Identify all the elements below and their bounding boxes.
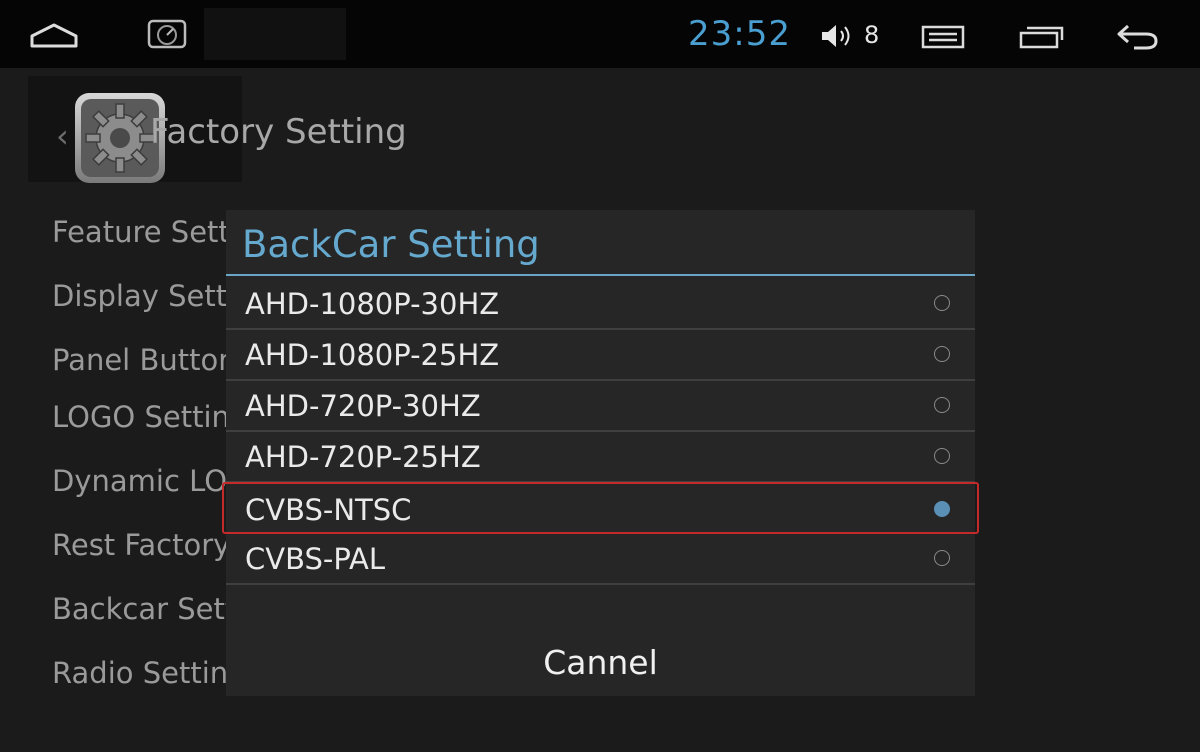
cancel-button[interactable]: Cannel xyxy=(226,630,975,696)
volume-icon[interactable] xyxy=(820,22,856,50)
menu-icon[interactable] xyxy=(920,24,966,50)
radio-button[interactable] xyxy=(934,397,950,413)
title-divider xyxy=(226,274,975,276)
option-label: AHD-720P-25HZ xyxy=(245,440,481,474)
settings-item-panel-button[interactable]: Panel Button xyxy=(52,340,237,380)
home-icon[interactable] xyxy=(28,22,80,50)
radio-button-selected[interactable] xyxy=(934,501,950,517)
backcar-setting-dialog: BackCar Setting AHD-1080P-30HZ AHD-1080P… xyxy=(222,210,979,696)
option-ahd-720p-30hz[interactable]: AHD-720P-30HZ xyxy=(226,382,975,432)
dialog-title: BackCar Setting xyxy=(242,223,540,266)
settings-item-display[interactable]: Display Setti xyxy=(52,276,235,316)
status-placeholder xyxy=(204,8,346,60)
status-bar: 23:52 8 xyxy=(0,0,1200,68)
clock: 23:52 xyxy=(688,14,791,54)
divider xyxy=(226,379,975,381)
radio-button[interactable] xyxy=(934,448,950,464)
option-ahd-1080p-25hz[interactable]: AHD-1080P-25HZ xyxy=(226,331,975,381)
option-ahd-1080p-30hz[interactable]: AHD-1080P-30HZ xyxy=(226,280,975,330)
recents-icon[interactable] xyxy=(1018,24,1066,50)
option-cvbs-ntsc[interactable]: CVBS-NTSC xyxy=(222,482,979,534)
settings-item-backcar[interactable]: Backcar Sett xyxy=(52,589,236,629)
divider xyxy=(226,583,975,585)
page-title: Factory Setting xyxy=(150,112,407,152)
settings-item-reset-factory[interactable]: Rest Factory xyxy=(52,525,230,565)
radio-button[interactable] xyxy=(934,346,950,362)
option-label: AHD-720P-30HZ xyxy=(245,389,481,423)
option-label: CVBS-NTSC xyxy=(245,493,412,527)
radio-button[interactable] xyxy=(934,550,950,566)
option-label: AHD-1080P-25HZ xyxy=(245,338,500,372)
radio-button[interactable] xyxy=(934,295,950,311)
settings-item-dynamic-logo[interactable]: Dynamic LOG xyxy=(52,461,250,501)
settings-item-radio[interactable]: Radio Setting xyxy=(52,653,247,693)
settings-item-logo[interactable]: LOGO Setting xyxy=(52,397,248,437)
volume-level: 8 xyxy=(864,21,880,49)
option-label: CVBS-PAL xyxy=(245,542,385,576)
divider xyxy=(226,430,975,432)
option-cvbs-pal[interactable]: CVBS-PAL xyxy=(226,535,975,585)
back-icon[interactable] xyxy=(1114,22,1160,52)
gauge-icon[interactable] xyxy=(146,18,188,50)
option-label: AHD-1080P-30HZ xyxy=(245,287,500,321)
option-ahd-720p-25hz[interactable]: AHD-720P-25HZ xyxy=(226,433,975,483)
divider xyxy=(226,328,975,330)
settings-item-feature[interactable]: Feature Sett xyxy=(52,212,230,252)
back-chevron-icon[interactable]: ‹ xyxy=(56,116,69,156)
